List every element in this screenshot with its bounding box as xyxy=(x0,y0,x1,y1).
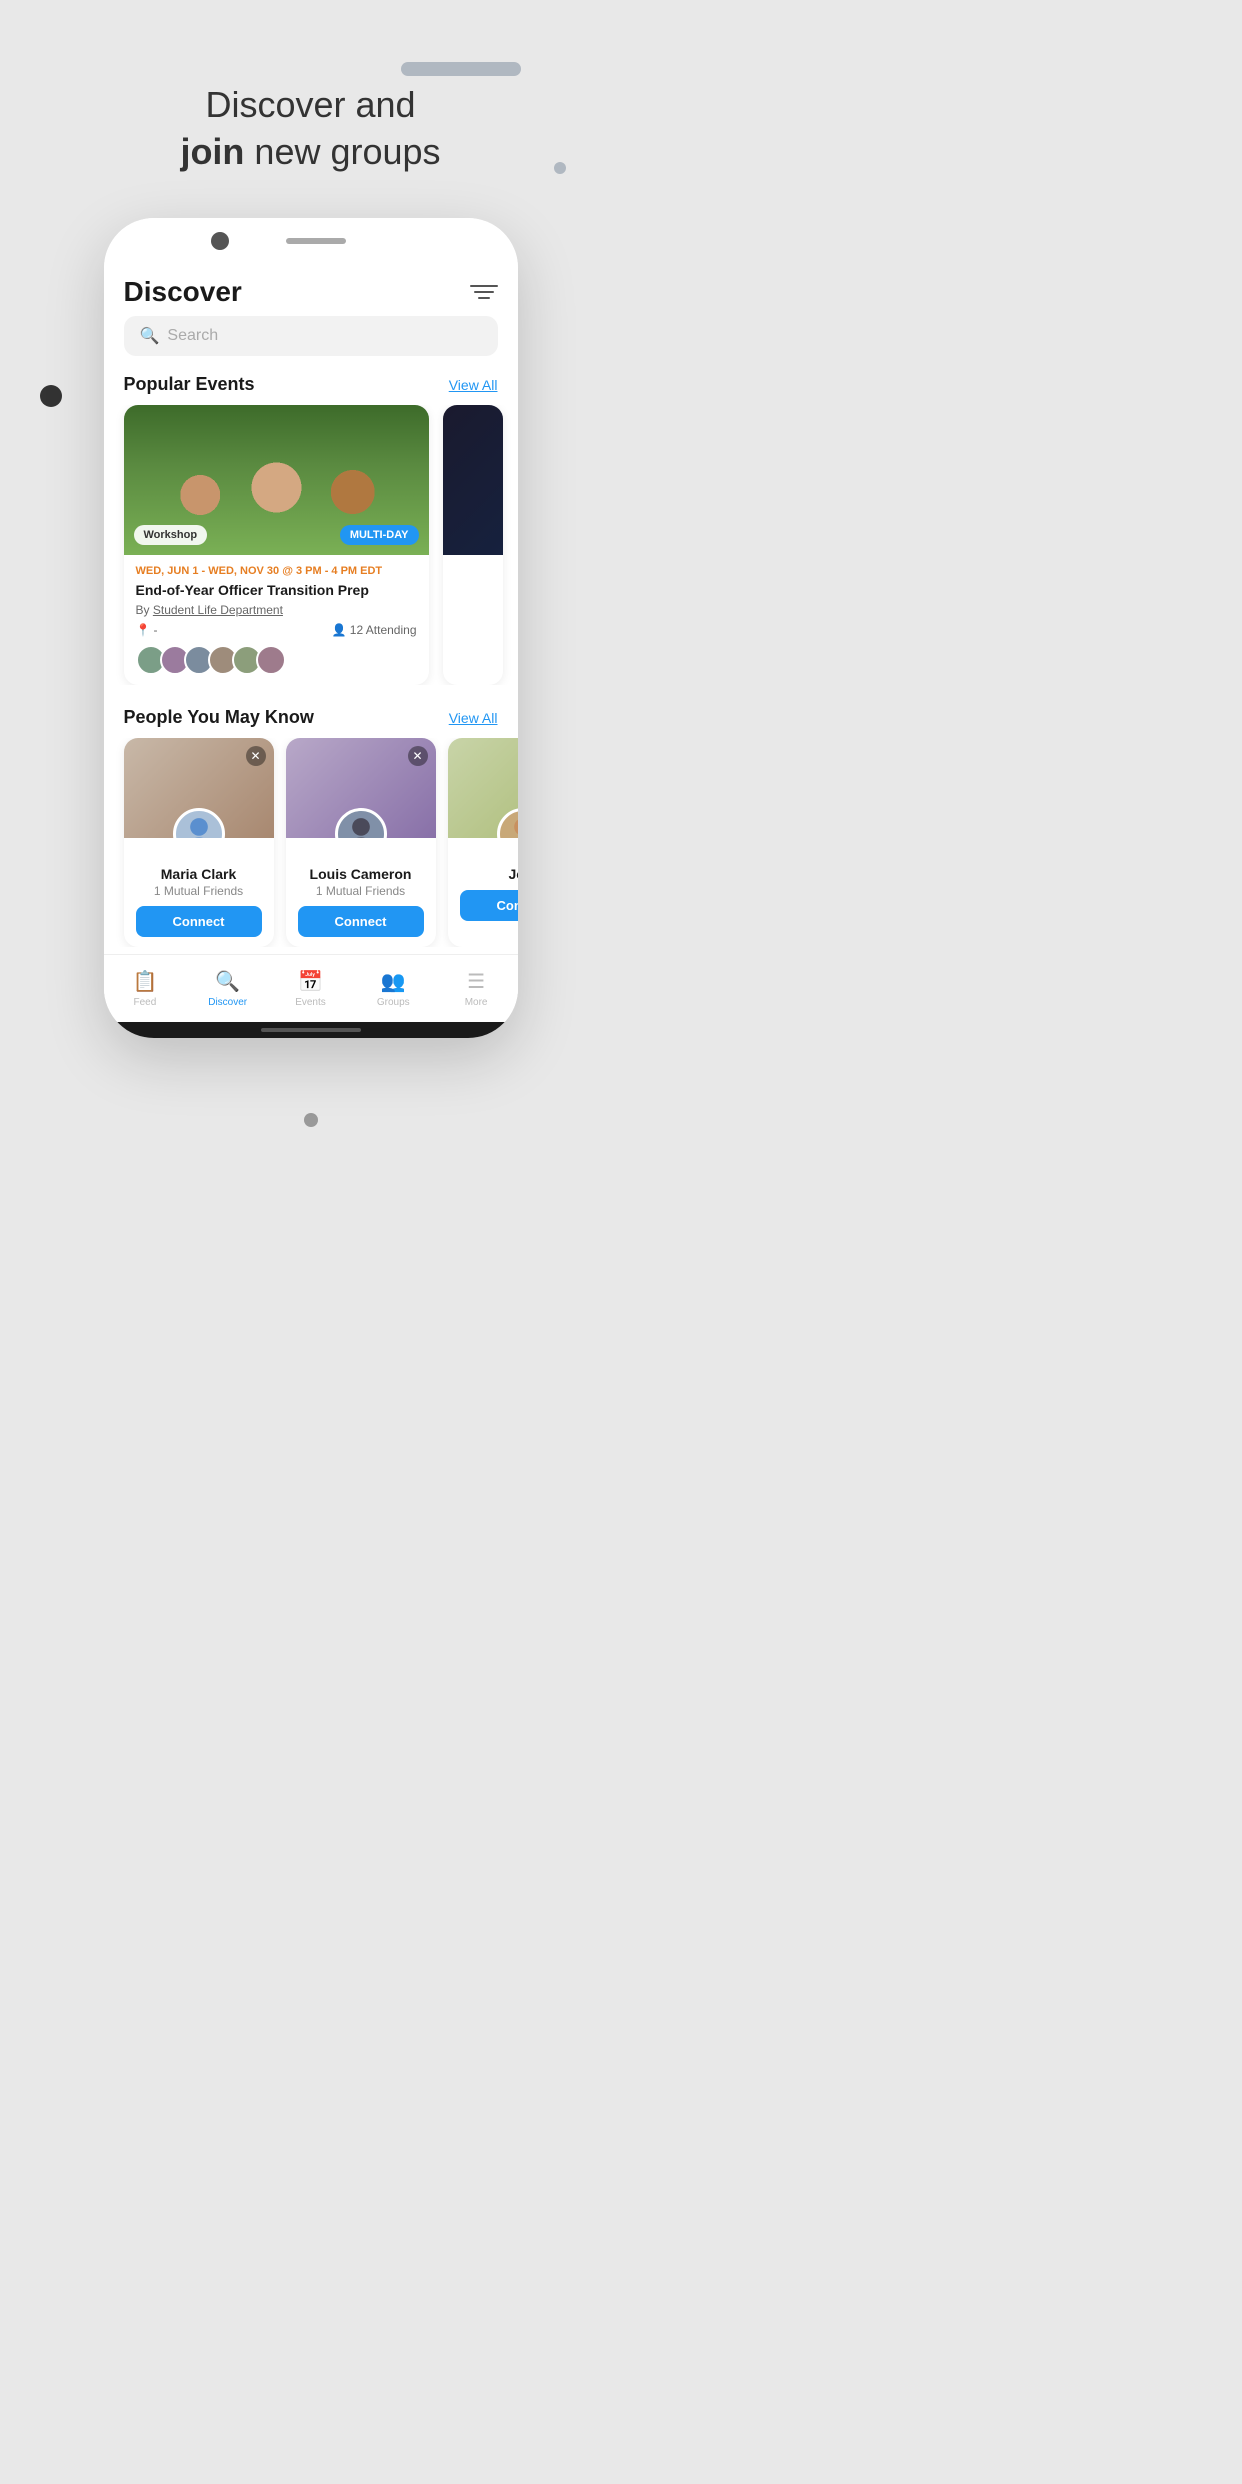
attendee-avatar-6 xyxy=(256,645,286,675)
app-scroll[interactable]: Popular Events View All Workshop MULTI-D… xyxy=(104,368,518,954)
nav-events-label: Events xyxy=(295,997,326,1008)
nav-feed[interactable]: 📋 Feed xyxy=(104,969,187,1008)
event-info-1: WED, JUN 1 - WED, NOV 30 @ 3 PM - 4 PM E… xyxy=(124,555,429,685)
event-organizer-link-1[interactable]: Student Life Department xyxy=(153,603,283,617)
search-bar[interactable]: 🔍 Search xyxy=(124,316,498,356)
filter-line-1 xyxy=(470,285,498,287)
bg-dot-left xyxy=(40,385,62,407)
feed-icon: 📋 xyxy=(132,969,157,994)
person-avatar-louis xyxy=(335,808,387,838)
phone-bottom-bar xyxy=(104,1022,518,1038)
nav-more[interactable]: ☰ More xyxy=(435,969,518,1008)
phone-mockup: Discover 🔍 Search Popular Events View Al… xyxy=(104,218,518,1038)
search-icon: 🔍 xyxy=(140,326,160,346)
event-image-1: Workshop MULTI-DAY xyxy=(124,405,429,555)
person-avatar-jo xyxy=(497,808,518,838)
phone-top-bar xyxy=(104,218,518,264)
event-badge-multiday: MULTI-DAY xyxy=(340,525,419,545)
people-title: People You May Know xyxy=(124,707,314,728)
headline: Discover and join new groups xyxy=(0,82,621,176)
phone-speaker xyxy=(286,238,346,244)
person-name-louis: Louis Cameron xyxy=(298,866,424,882)
phone-home-indicator xyxy=(261,1028,361,1032)
people-header: People You May Know View All xyxy=(104,701,518,738)
popular-events-view-all[interactable]: View All xyxy=(449,377,498,393)
nav-discover-label: Discover xyxy=(208,997,247,1008)
filter-line-3 xyxy=(478,297,490,299)
person-name-maria: Maria Clark xyxy=(136,866,262,882)
person-info-maria: Maria Clark 1 Mutual Friends Connect xyxy=(124,838,274,947)
person-mutual-maria: 1 Mutual Friends xyxy=(136,884,262,898)
people-section: People You May Know View All ✕ xyxy=(104,701,518,954)
filter-button[interactable] xyxy=(470,278,498,306)
search-input[interactable]: Search xyxy=(167,327,218,345)
app-content: Discover 🔍 Search Popular Events View Al… xyxy=(104,264,518,1022)
bottom-nav: 📋 Feed 🔍 Discover 📅 Events 👥 Groups ☰ Mo… xyxy=(104,954,518,1022)
page-title: Discover xyxy=(124,276,242,308)
nav-groups[interactable]: 👥 Groups xyxy=(352,969,435,1008)
nav-events[interactable]: 📅 Events xyxy=(269,969,352,1008)
person-bg-maria: ✕ xyxy=(124,738,274,838)
person-bg-louis: ✕ xyxy=(286,738,436,838)
app-header: Discover xyxy=(104,264,518,316)
nav-feed-label: Feed xyxy=(134,997,157,1008)
event-by-1: By Student Life Department xyxy=(136,603,417,617)
person-close-louis[interactable]: ✕ xyxy=(408,746,428,766)
event-image-2-partial xyxy=(443,405,503,555)
event-name-1: End-of-Year Officer Transition Prep xyxy=(136,581,417,599)
events-icon: 📅 xyxy=(298,969,323,994)
person-avatar-maria xyxy=(173,808,225,838)
people-view-all[interactable]: View All xyxy=(449,710,498,726)
connect-button-louis[interactable]: Connect xyxy=(298,906,424,937)
connect-button-maria[interactable]: Connect xyxy=(136,906,262,937)
event-meta-1: 📍 - 👤 12 Attending xyxy=(136,623,417,637)
event-card-1[interactable]: Workshop MULTI-DAY WED, JUN 1 - WED, NOV… xyxy=(124,405,429,685)
person-info-louis: Louis Cameron 1 Mutual Friends Connect xyxy=(286,838,436,947)
avatar-row-1 xyxy=(136,645,417,675)
event-card-2-partial[interactable] xyxy=(443,405,503,685)
event-attending-1: 👤 12 Attending xyxy=(332,623,417,637)
event-location-1: 📍 - xyxy=(136,623,158,637)
more-icon: ☰ xyxy=(467,969,485,994)
event-badge-workshop: Workshop xyxy=(134,525,208,545)
events-carousel: Workshop MULTI-DAY WED, JUN 1 - WED, NOV… xyxy=(104,405,518,685)
bg-bar-top xyxy=(401,62,521,76)
groups-icon: 👥 xyxy=(381,969,406,994)
phone-camera xyxy=(211,232,229,250)
person-card-maria[interactable]: ✕ Maria Clark 1 Mutual Friends xyxy=(124,738,274,947)
filter-line-2 xyxy=(474,291,494,293)
bg-dot-bottom xyxy=(304,1113,318,1127)
nav-more-label: More xyxy=(465,997,488,1008)
person-info-jo: Jo... Connect xyxy=(448,838,518,931)
connect-button-jo[interactable]: Connect xyxy=(460,890,518,921)
person-bg-jo xyxy=(448,738,518,838)
event-date-1: WED, JUN 1 - WED, NOV 30 @ 3 PM - 4 PM E… xyxy=(136,565,417,577)
discover-icon: 🔍 xyxy=(215,969,240,994)
person-name-jo: Jo... xyxy=(460,866,518,882)
person-card-jo[interactable]: Jo... Connect xyxy=(448,738,518,947)
headline-bold: join xyxy=(180,131,244,172)
person-close-maria[interactable]: ✕ xyxy=(246,746,266,766)
person-card-louis[interactable]: ✕ Louis Cameron 1 Mutual Friends xyxy=(286,738,436,947)
person-mutual-louis: 1 Mutual Friends xyxy=(298,884,424,898)
nav-discover[interactable]: 🔍 Discover xyxy=(186,969,269,1008)
popular-events-title: Popular Events xyxy=(124,374,255,395)
popular-events-header: Popular Events View All xyxy=(104,368,518,405)
nav-groups-label: Groups xyxy=(377,997,410,1008)
people-carousel: ✕ Maria Clark 1 Mutual Friends xyxy=(104,738,518,947)
